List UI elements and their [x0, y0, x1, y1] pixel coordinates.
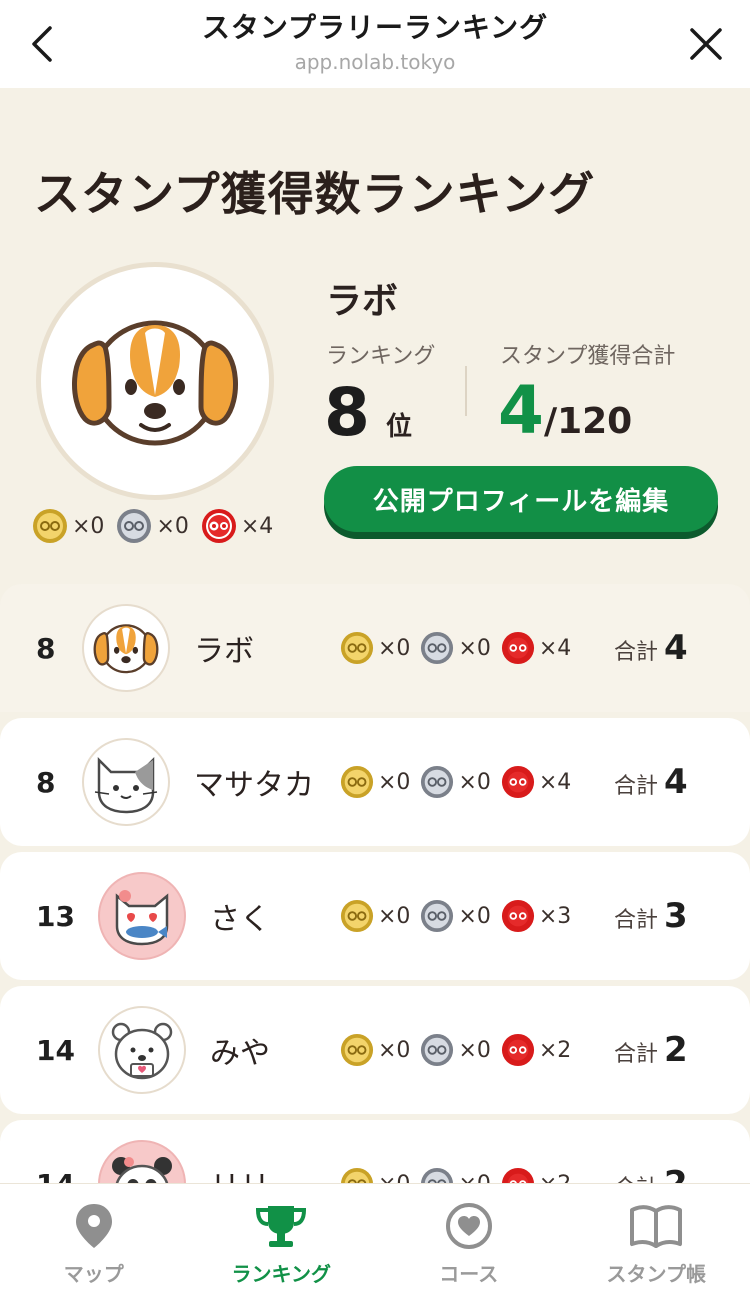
row-medals: ×0 ×0 ×4 — [340, 765, 571, 799]
row-medals: ×0 ×0 ×4 — [340, 631, 571, 665]
calico-cat-icon — [94, 756, 158, 814]
tab-course[interactable]: コース — [375, 1184, 563, 1295]
row-total: 合計 4 — [614, 762, 688, 802]
row-rank: 8 — [36, 631, 56, 665]
polar-bear-icon — [111, 1022, 173, 1080]
row-avatar — [82, 738, 170, 826]
back-button[interactable] — [22, 22, 62, 66]
silver-medal-count: ×0 — [420, 765, 491, 799]
gold-medal-count: ×0 — [340, 899, 410, 933]
cat-with-fish-icon — [115, 890, 169, 946]
book-icon — [630, 1205, 683, 1248]
row-avatar — [98, 1006, 186, 1094]
red-medal-count: ×4 — [501, 631, 571, 665]
red-medal-count: ×4 — [501, 765, 571, 799]
gold-medal-count: ×0 — [340, 631, 410, 665]
row-medals: ×0 ×0 ×2 — [340, 1033, 571, 1067]
page-url: app.nolab.tokyo — [294, 50, 456, 74]
total-value: 4 /120 — [498, 372, 633, 449]
trophy-icon — [256, 1206, 307, 1247]
silver-medal-icon — [421, 631, 454, 665]
gold-medal-count: ×0 — [340, 765, 410, 799]
silver-medal-count: ×0 — [420, 1033, 491, 1067]
heart-circle-icon — [445, 1203, 492, 1249]
red-medal-icon — [201, 509, 236, 543]
tab-stamp-book[interactable]: スタンプ帳 — [563, 1184, 750, 1295]
silver-medal-count: ×0 — [116, 508, 189, 544]
total-label: スタンプ獲得合計 — [500, 344, 676, 369]
map-pin-icon — [75, 1204, 112, 1248]
stats-divider — [465, 366, 467, 416]
row-total: 合計 4 — [614, 628, 688, 668]
my-profile-section: スタンプ獲得数ランキング ×0 ×0 ×4 ラボ ランキング 8 位 スタンプ獲… — [0, 88, 750, 578]
row-avatar — [98, 872, 186, 960]
close-icon — [690, 28, 722, 60]
row-rank: 14 — [36, 1033, 75, 1067]
silver-medal-count: ×0 — [420, 631, 491, 665]
row-rank: 8 — [36, 765, 56, 799]
rank-value: 8 位 — [324, 374, 412, 451]
chevron-left-icon — [32, 26, 52, 62]
gold-medal-icon — [340, 765, 374, 799]
red-medal-count: ×2 — [501, 1033, 571, 1067]
section-title: スタンプ獲得数ランキング — [34, 167, 596, 221]
ranking-row[interactable]: 8 ラボ ×0 ×0 ×4 合計 4 — [0, 584, 750, 712]
red-medal-icon — [501, 899, 534, 933]
gold-medal-icon — [33, 509, 67, 543]
ranking-row[interactable]: 13 さく ×0 ×0 ×3 合計 3 — [0, 852, 750, 980]
red-medal-icon — [501, 1033, 534, 1067]
row-name: さく — [210, 902, 270, 937]
row-name: マサタカ — [194, 768, 314, 803]
beagle-dog-icon — [72, 320, 238, 446]
silver-medal-icon — [117, 509, 152, 543]
tab-ranking[interactable]: ランキング — [188, 1184, 376, 1295]
ranking-row[interactable]: 8 マサタカ ×0 ×0 ×4 合計 4 — [0, 718, 750, 846]
silver-medal-count: ×0 — [420, 899, 491, 933]
my-user-name: ラボ — [326, 281, 399, 322]
row-total: 合計 3 — [614, 896, 688, 936]
rank-label: ランキング — [326, 344, 436, 369]
tab-map[interactable]: マップ — [0, 1184, 188, 1295]
bottom-tab-bar: マップ ランキング コース スタンプ帳 — [0, 1183, 750, 1295]
row-medals: ×0 ×0 ×3 — [340, 899, 571, 933]
silver-medal-icon — [421, 1033, 454, 1067]
red-medal-count: ×4 — [201, 508, 273, 544]
gold-medal-count: ×0 — [32, 508, 104, 544]
gold-medal-count: ×0 — [340, 1033, 410, 1067]
ranking-row[interactable]: 14 みや ×0 ×0 ×2 合計 2 — [0, 986, 750, 1114]
row-name: ラボ — [194, 634, 254, 669]
red-medal-icon — [501, 631, 534, 665]
row-rank: 13 — [36, 899, 75, 933]
row-total: 合計2 — [614, 1030, 688, 1070]
gold-medal-icon — [340, 631, 374, 665]
app-header: スタンプラリーランキング app.nolab.tokyo — [0, 0, 750, 88]
row-name: みや — [210, 1036, 270, 1071]
my-avatar — [36, 262, 274, 500]
gold-medal-icon — [340, 899, 374, 933]
edit-profile-button[interactable]: 公開プロフィールを編集 — [324, 466, 718, 532]
my-medals: ×0 ×0 ×4 — [32, 508, 273, 544]
row-avatar — [82, 604, 170, 692]
red-medal-icon — [501, 765, 534, 799]
silver-medal-icon — [421, 899, 454, 933]
beagle-dog-icon — [93, 624, 159, 674]
page-title: スタンプラリーランキング — [201, 11, 549, 44]
gold-medal-icon — [340, 1033, 374, 1067]
silver-medal-icon — [421, 765, 454, 799]
close-button[interactable] — [686, 24, 726, 64]
red-medal-count: ×3 — [501, 899, 571, 933]
